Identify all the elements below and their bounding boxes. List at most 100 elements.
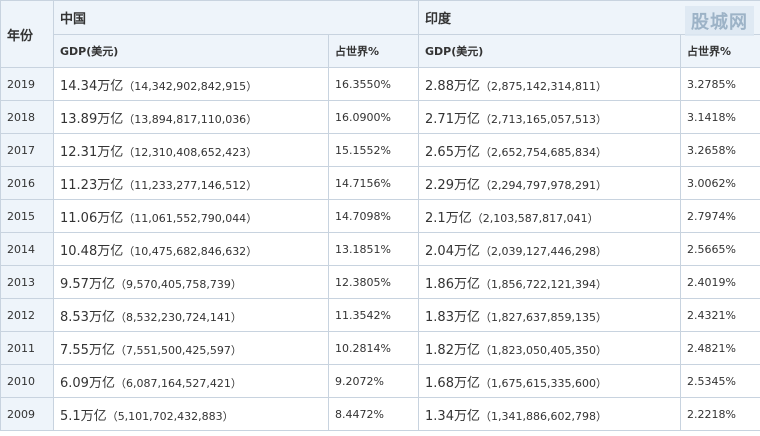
india-gdp-full: 1,341,886,602,798 bbox=[490, 409, 596, 423]
india-gdp-full: 2,294,797,978,291 bbox=[490, 178, 596, 192]
india-gdp-header: GDP(美元) bbox=[418, 34, 682, 68]
table-row: 2014 10.48万亿（10,475,682,846,632） 13.1851% 2… bbox=[0, 232, 760, 266]
india-share-cell: 2.4019% bbox=[680, 265, 760, 299]
china-gdp-full: 7,551,500,425,597 bbox=[125, 343, 231, 357]
gdp-comparison-table: 年份 中国 印度 GDP(美元) 占世界% GDP(美元) 占世界% 2019 1… bbox=[0, 0, 760, 431]
india-gdp-short: 2.65万亿 bbox=[425, 144, 480, 160]
india-share-header: 占世界% bbox=[680, 34, 760, 68]
china-gdp-short: 10.48万亿 bbox=[60, 243, 124, 259]
china-gdp-cell: 6.09万亿（6,087,164,527,421） bbox=[53, 364, 329, 398]
year-cell: 2012 bbox=[0, 298, 54, 332]
india-gdp-cell: 1.68万亿（1,675,615,335,600） bbox=[418, 364, 682, 398]
china-share-cell: 14.7156% bbox=[327, 166, 420, 200]
china-share-cell: 13.1851% bbox=[327, 232, 420, 266]
china-share-cell: 11.3542% bbox=[327, 298, 420, 332]
china-share-cell: 16.3550% bbox=[327, 67, 420, 101]
india-gdp-full: 2,652,754,685,834 bbox=[490, 145, 596, 159]
china-gdp-cell: 11.23万亿（11,233,277,146,512） bbox=[53, 166, 329, 200]
year-cell: 2011 bbox=[0, 331, 54, 365]
china-share-cell: 12.3805% bbox=[327, 265, 420, 299]
china-gdp-full: 11,061,552,790,044 bbox=[134, 211, 247, 225]
year-cell: 2018 bbox=[0, 100, 54, 134]
table-row: 2015 11.06万亿（11,061,552,790,044） 14.7098% 2… bbox=[0, 199, 760, 233]
table-body: 2019 14.34万亿（14,342,902,842,915） 16.3550% 2… bbox=[0, 67, 760, 431]
india-gdp-cell: 1.86万亿（1,856,722,121,394） bbox=[418, 265, 682, 299]
china-gdp-full: 9,570,405,758,739 bbox=[125, 277, 231, 291]
china-gdp-header: GDP(美元) bbox=[53, 34, 329, 68]
india-gdp-cell: 2.65万亿（2,652,754,685,834） bbox=[418, 133, 682, 167]
india-gdp-short: 1.82万亿 bbox=[425, 342, 480, 358]
china-gdp-short: 12.31万亿 bbox=[60, 144, 124, 160]
india-gdp-cell: 2.71万亿（2,713,165,057,513） bbox=[418, 100, 682, 134]
india-share-cell: 3.0062% bbox=[680, 166, 760, 200]
china-gdp-cell: 10.48万亿（10,475,682,846,632） bbox=[53, 232, 329, 266]
china-gdp-full: 8,532,230,724,141 bbox=[125, 310, 231, 324]
year-cell: 2013 bbox=[0, 265, 54, 299]
india-share-cell: 3.1418% bbox=[680, 100, 760, 134]
india-share-cell: 2.4821% bbox=[680, 331, 760, 365]
table-row: 2016 11.23万亿（11,233,277,146,512） 14.7156% 2… bbox=[0, 166, 760, 200]
india-gdp-cell: 2.1万亿（2,103,587,817,041） bbox=[418, 199, 682, 233]
india-gdp-short: 2.29万亿 bbox=[425, 177, 480, 193]
india-share-cell: 2.4321% bbox=[680, 298, 760, 332]
china-gdp-cell: 7.55万亿（7,551,500,425,597） bbox=[53, 331, 329, 365]
india-gdp-short: 1.86万亿 bbox=[425, 276, 480, 292]
china-share-cell: 9.2072% bbox=[327, 364, 420, 398]
table-row: 2010 6.09万亿（6,087,164,527,421） 9.2072% 1.68… bbox=[0, 364, 760, 398]
india-gdp-short: 2.04万亿 bbox=[425, 243, 480, 259]
china-share-cell: 8.4472% bbox=[327, 397, 420, 431]
table-row: 2011 7.55万亿（7,551,500,425,597） 10.2814% 1.8… bbox=[0, 331, 760, 365]
china-gdp-cell: 14.34万亿（14,342,902,842,915） bbox=[53, 67, 329, 101]
india-share-cell: 3.2785% bbox=[680, 67, 760, 101]
china-gdp-cell: 13.89万亿（13,894,817,110,036） bbox=[53, 100, 329, 134]
china-gdp-cell: 11.06万亿（11,061,552,790,044） bbox=[53, 199, 329, 233]
china-gdp-short: 7.55万亿 bbox=[60, 342, 115, 358]
china-gdp-short: 11.23万亿 bbox=[60, 177, 124, 193]
india-gdp-short: 1.83万亿 bbox=[425, 309, 480, 325]
china-gdp-full: 5,101,702,432,883 bbox=[117, 409, 223, 423]
year-cell: 2019 bbox=[0, 67, 54, 101]
china-gdp-short: 9.57万亿 bbox=[60, 276, 115, 292]
china-gdp-short: 8.53万亿 bbox=[60, 309, 115, 325]
india-gdp-short: 2.1万亿 bbox=[425, 210, 472, 226]
india-gdp-full: 1,823,050,405,350 bbox=[490, 343, 596, 357]
header-row-metrics: GDP(美元) 占世界% GDP(美元) 占世界% bbox=[1, 34, 760, 68]
year-cell: 2009 bbox=[0, 397, 54, 431]
table-row: 2012 8.53万亿（8,532,230,724,141） 11.3542% 1.8… bbox=[0, 298, 760, 332]
india-gdp-cell: 1.34万亿（1,341,886,602,798） bbox=[418, 397, 682, 431]
table-row: 2013 9.57万亿（9,570,405,758,739） 12.3805% 1.8… bbox=[0, 265, 760, 299]
india-share-cell: 2.2218% bbox=[680, 397, 760, 431]
china-gdp-full: 14,342,902,842,915 bbox=[134, 79, 247, 93]
india-gdp-full: 2,039,127,446,298 bbox=[490, 244, 596, 258]
site-watermark-logo: 股城网 bbox=[685, 6, 754, 36]
china-gdp-full: 13,894,817,110,036 bbox=[134, 112, 247, 126]
china-gdp-short: 11.06万亿 bbox=[60, 210, 124, 226]
india-gdp-cell: 1.82万亿（1,823,050,405,350） bbox=[418, 331, 682, 365]
india-gdp-cell: 2.88万亿（2,875,142,314,811） bbox=[418, 67, 682, 101]
year-cell: 2015 bbox=[0, 199, 54, 233]
table-row: 2017 12.31万亿（12,310,408,652,423） 15.1552% 2… bbox=[0, 133, 760, 167]
india-gdp-full: 2,103,587,817,041 bbox=[482, 211, 588, 225]
india-gdp-full: 2,713,165,057,513 bbox=[490, 112, 596, 126]
india-gdp-cell: 1.83万亿（1,827,637,859,135） bbox=[418, 298, 682, 332]
table-row: 2009 5.1万亿（5,101,702,432,883） 8.4472% 1.34万… bbox=[0, 397, 760, 431]
china-gdp-cell: 5.1万亿（5,101,702,432,883） bbox=[53, 397, 329, 431]
india-gdp-short: 1.34万亿 bbox=[425, 408, 480, 424]
china-share-cell: 14.7098% bbox=[327, 199, 420, 233]
china-gdp-cell: 9.57万亿（9,570,405,758,739） bbox=[53, 265, 329, 299]
header-row-countries: 年份 中国 印度 bbox=[0, 0, 760, 68]
china-gdp-short: 13.89万亿 bbox=[60, 111, 124, 127]
india-gdp-short: 1.68万亿 bbox=[425, 375, 480, 391]
china-gdp-short: 6.09万亿 bbox=[60, 375, 115, 391]
china-gdp-full: 6,087,164,527,421 bbox=[125, 376, 231, 390]
india-share-cell: 2.5345% bbox=[680, 364, 760, 398]
year-cell: 2017 bbox=[0, 133, 54, 167]
china-gdp-cell: 12.31万亿（12,310,408,652,423） bbox=[53, 133, 329, 167]
china-share-header: 占世界% bbox=[327, 34, 420, 68]
india-gdp-cell: 2.04万亿（2,039,127,446,298） bbox=[418, 232, 682, 266]
india-share-cell: 2.7974% bbox=[680, 199, 760, 233]
china-gdp-short: 14.34万亿 bbox=[60, 78, 124, 94]
india-gdp-full: 1,675,615,335,600 bbox=[490, 376, 596, 390]
china-share-cell: 10.2814% bbox=[327, 331, 420, 365]
india-share-cell: 3.2658% bbox=[680, 133, 760, 167]
